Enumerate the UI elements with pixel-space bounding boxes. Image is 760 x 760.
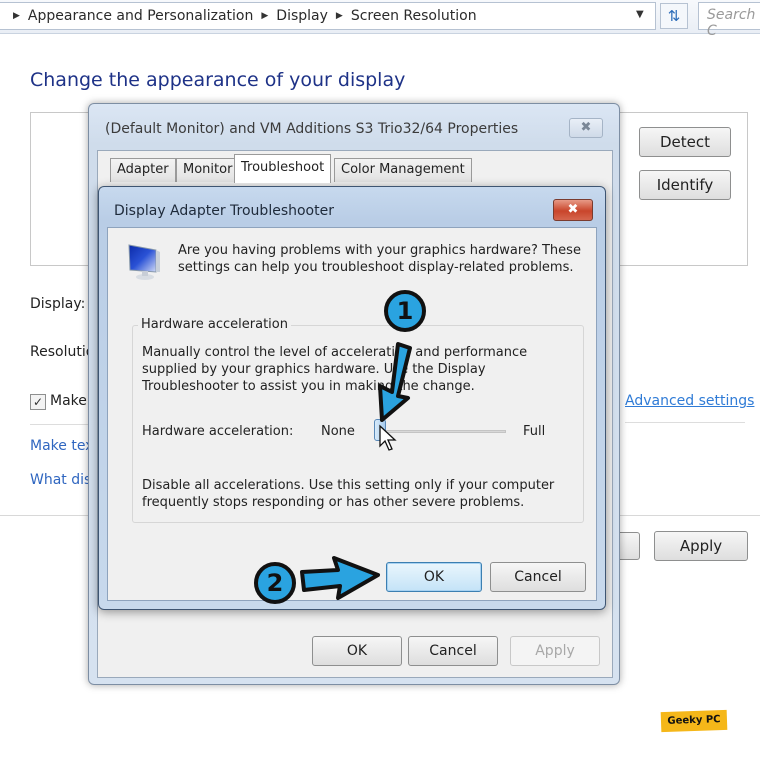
arrow-2-icon <box>300 556 380 600</box>
tab-troubleshoot[interactable]: Troubleshoot <box>234 154 332 183</box>
watermark-logo: Geeky PC <box>660 709 728 733</box>
arrow-1-icon <box>378 342 412 422</box>
mouse-cursor-icon <box>379 424 397 451</box>
annotation-layer <box>300 342 412 600</box>
step-2-badge: 2 <box>254 562 296 604</box>
step-1-badge: 1 <box>384 290 426 332</box>
